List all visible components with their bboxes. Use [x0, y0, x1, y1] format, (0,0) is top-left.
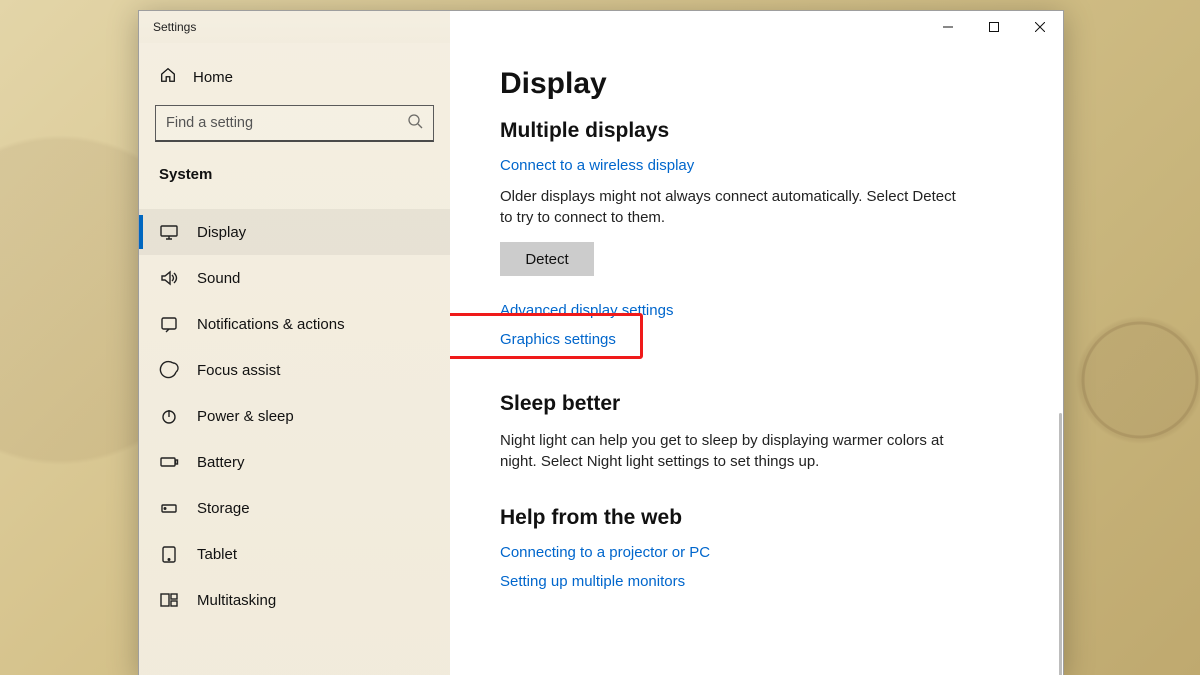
- section-multiple-displays-heading: Multiple displays: [500, 119, 1029, 143]
- maximize-button[interactable]: [971, 11, 1017, 43]
- scrollbar[interactable]: [1059, 413, 1062, 675]
- section-sleep-better-heading: Sleep better: [500, 392, 1029, 416]
- window-title: Settings: [139, 20, 196, 34]
- sidebar-item-battery[interactable]: Battery: [139, 439, 450, 485]
- detect-button[interactable]: Detect: [500, 242, 594, 276]
- close-icon: [1035, 22, 1045, 32]
- minimize-icon: [943, 22, 953, 32]
- storage-icon: [159, 498, 179, 518]
- sidebar-item-notifications[interactable]: Notifications & actions: [139, 301, 450, 347]
- sidebar-item-label: Power & sleep: [197, 408, 294, 425]
- main-content: Display Multiple displays Connect to a w…: [450, 43, 1063, 675]
- sidebar-item-label: Storage: [197, 500, 250, 517]
- link-help-multiple-monitors[interactable]: Setting up multiple monitors: [500, 573, 1029, 590]
- focus-assist-icon: [159, 360, 179, 380]
- sidebar-nav: Display Sound Notifications & actions Fo…: [139, 209, 450, 623]
- display-icon: [159, 222, 179, 242]
- sidebar-item-sound[interactable]: Sound: [139, 255, 450, 301]
- older-displays-text: Older displays might not always connect …: [500, 186, 970, 228]
- sound-icon: [159, 268, 179, 288]
- battery-icon: [159, 452, 179, 472]
- sidebar-item-label: Focus assist: [197, 362, 280, 379]
- sidebar-item-display[interactable]: Display: [139, 209, 450, 255]
- notifications-icon: [159, 314, 179, 334]
- sidebar-item-focus-assist[interactable]: Focus assist: [139, 347, 450, 393]
- page-title: Display: [500, 67, 1029, 101]
- sidebar-item-label: Display: [197, 224, 246, 241]
- sidebar-item-tablet[interactable]: Tablet: [139, 531, 450, 577]
- minimize-button[interactable]: [925, 11, 971, 43]
- tablet-icon: [159, 544, 179, 564]
- sidebar-item-label: Multitasking: [197, 592, 276, 609]
- maximize-icon: [989, 22, 999, 32]
- sidebar-item-power-sleep[interactable]: Power & sleep: [139, 393, 450, 439]
- sidebar-item-label: Sound: [197, 270, 240, 287]
- sleep-better-text: Night light can help you get to sleep by…: [500, 430, 970, 472]
- close-button[interactable]: [1017, 11, 1063, 43]
- sidebar-item-multitasking[interactable]: Multitasking: [139, 577, 450, 623]
- search-input[interactable]: Find a setting: [155, 105, 434, 142]
- search-icon: [407, 113, 423, 133]
- link-advanced-display-settings[interactable]: Advanced display settings: [500, 302, 1029, 319]
- titlebar: Settings: [139, 11, 1063, 43]
- desktop-wallpaper: Settings Home: [0, 0, 1200, 675]
- power-icon: [159, 406, 179, 426]
- section-help-heading: Help from the web: [500, 506, 1029, 530]
- sidebar-home-label: Home: [193, 69, 233, 86]
- window-controls: [925, 11, 1063, 43]
- settings-window: Settings Home: [138, 10, 1064, 675]
- search-placeholder: Find a setting: [166, 115, 399, 131]
- sidebar-item-label: Notifications & actions: [197, 316, 345, 333]
- sidebar-section-label: System: [139, 152, 450, 197]
- sidebar-item-storage[interactable]: Storage: [139, 485, 450, 531]
- home-icon: [159, 66, 177, 88]
- multitasking-icon: [159, 590, 179, 610]
- link-graphics-settings[interactable]: Graphics settings: [500, 331, 1029, 348]
- link-help-projector[interactable]: Connecting to a projector or PC: [500, 544, 1029, 561]
- sidebar: Home Find a setting System Display: [139, 43, 450, 675]
- sidebar-item-label: Battery: [197, 454, 245, 471]
- sidebar-home[interactable]: Home: [139, 55, 450, 99]
- sidebar-item-label: Tablet: [197, 546, 237, 563]
- link-connect-wireless-display[interactable]: Connect to a wireless display: [500, 157, 1029, 174]
